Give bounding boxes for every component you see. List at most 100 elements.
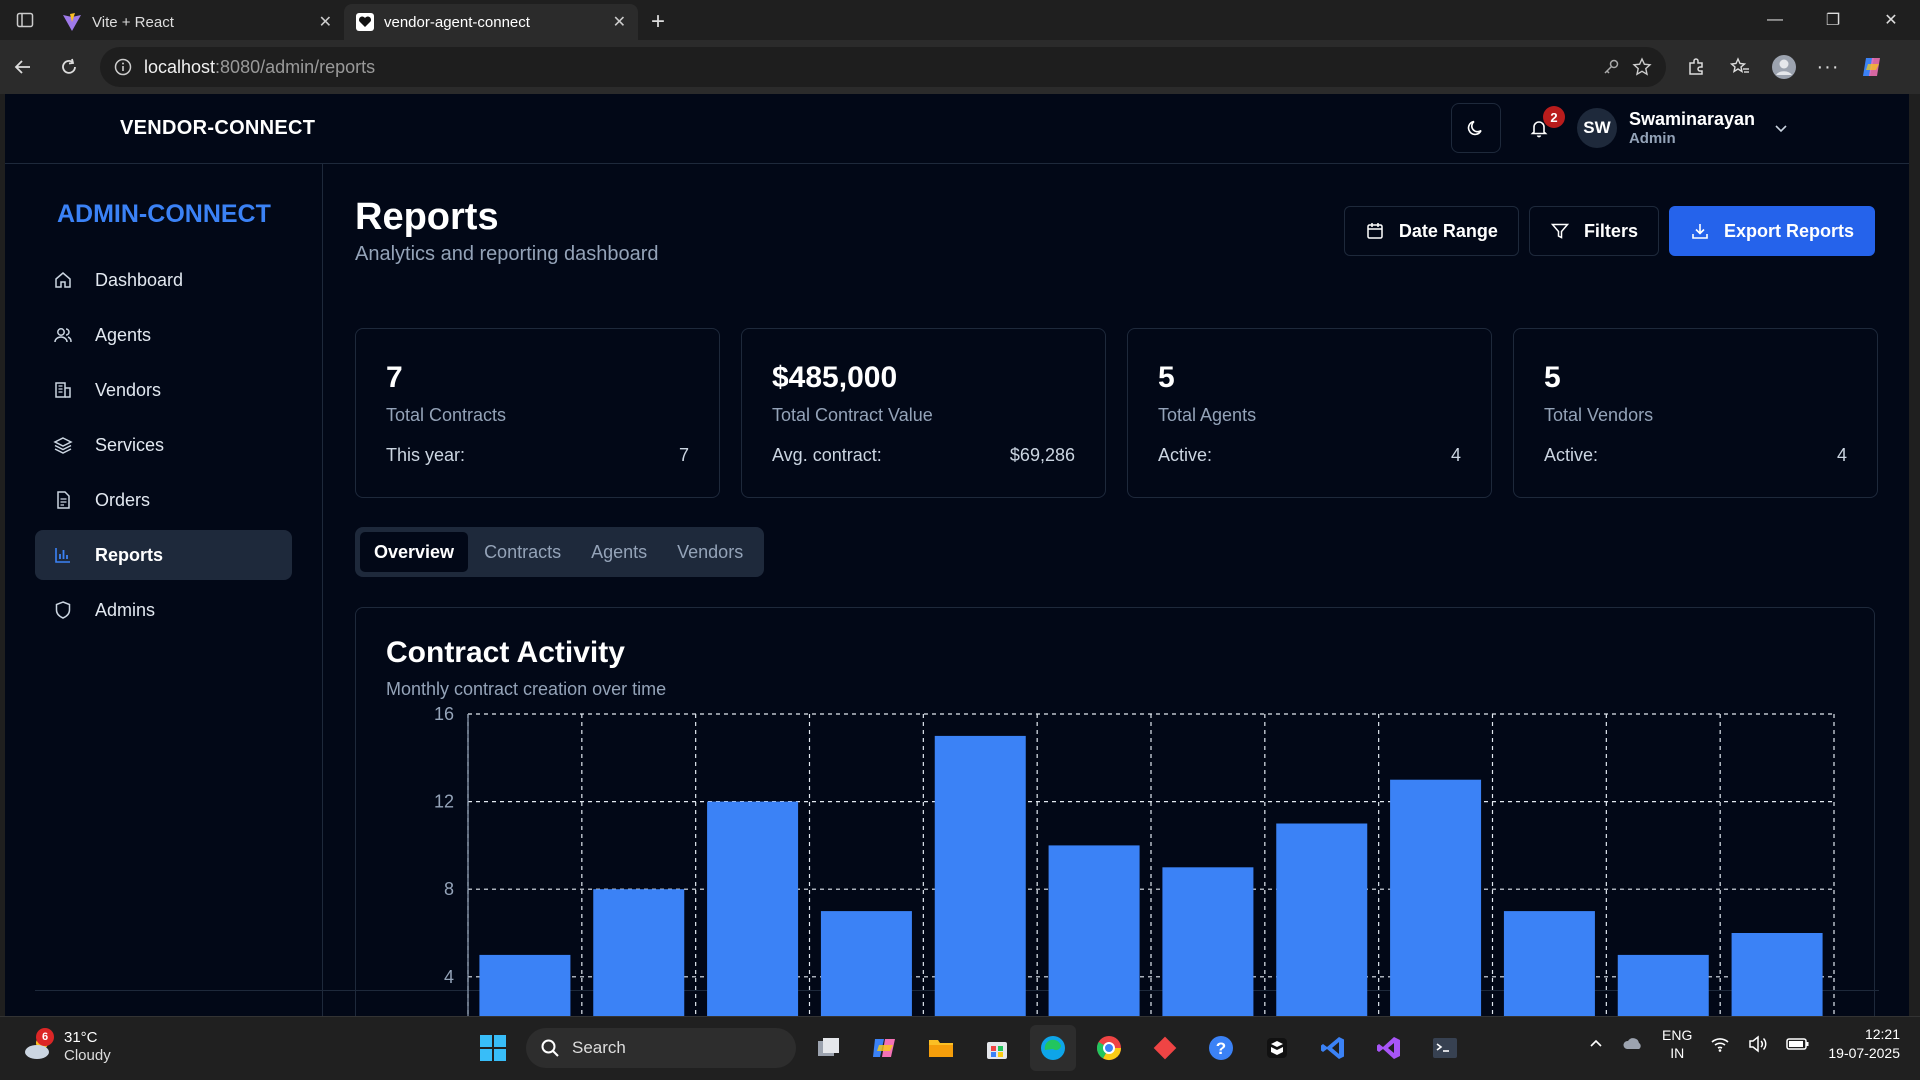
- clock[interactable]: 12:21 19-07-2025: [1828, 1025, 1900, 1063]
- visual-studio-icon[interactable]: [1366, 1025, 1412, 1071]
- chart-bar: [934, 735, 1026, 1016]
- stat-card-total-contract-value: $485,000 Total Contract Value Avg. contr…: [741, 328, 1106, 498]
- windows-start-icon[interactable]: [470, 1025, 516, 1071]
- edge-icon[interactable]: [1030, 1025, 1076, 1071]
- key-icon[interactable]: [1602, 58, 1620, 76]
- chart-bar: [1162, 867, 1254, 1016]
- sidebar-item-label: Dashboard: [95, 269, 184, 290]
- notification-badge: 2: [1542, 106, 1565, 128]
- weather-widget[interactable]: 6 31°C Cloudy: [22, 1027, 111, 1064]
- store-icon[interactable]: [974, 1025, 1020, 1071]
- sidebar-nav: Dashboard Agents Vendors Services Orders…: [35, 255, 292, 635]
- terminal-icon[interactable]: [1422, 1025, 1468, 1071]
- chart-bar: [1276, 823, 1368, 1016]
- more-icon[interactable]: ···: [1808, 47, 1848, 87]
- contract-activity-chart: 4 8 12 16: [434, 704, 1835, 1016]
- sidebar-item-services[interactable]: Services: [35, 420, 292, 470]
- sidebar-item-orders[interactable]: Orders: [35, 475, 292, 525]
- weather-temperature: 31°C: [64, 1029, 98, 1046]
- close-tab-icon[interactable]: ✕: [613, 12, 626, 32]
- stat-card-total-agents: 5 Total Agents Active: 4: [1127, 328, 1492, 498]
- info-icon[interactable]: [114, 58, 132, 76]
- browser-tab-active[interactable]: vendor-agent-connect ✕: [344, 4, 638, 40]
- chart-bar: [707, 801, 799, 1016]
- help-icon[interactable]: ?: [1198, 1025, 1244, 1071]
- weather-condition: Cloudy: [64, 1047, 111, 1064]
- y-tick-label: 12: [434, 792, 454, 812]
- task-view-icon[interactable]: [806, 1025, 852, 1071]
- restore-icon[interactable]: ❐: [1804, 0, 1862, 40]
- onedrive-icon[interactable]: [1622, 1035, 1644, 1053]
- close-tab-icon[interactable]: ✕: [319, 12, 332, 32]
- filters-label: Filters: [1583, 220, 1638, 241]
- tab-overview[interactable]: Overview: [360, 532, 469, 572]
- reload-icon[interactable]: [46, 47, 92, 87]
- page-subtitle: Analytics and reporting dashboard: [355, 243, 659, 265]
- notifications-button[interactable]: 2: [1519, 106, 1565, 148]
- sidebar-item-label: Reports: [95, 544, 164, 565]
- copilot-icon[interactable]: [1852, 47, 1892, 87]
- user-menu[interactable]: SW Swaminarayan Admin: [1576, 108, 1789, 148]
- new-tab-button[interactable]: +: [638, 4, 678, 40]
- stats-row: 7 Total Contracts This year: 7 $485,000 T…: [355, 328, 1878, 498]
- tab-title: vendor-agent-connect: [384, 13, 530, 31]
- back-icon[interactable]: [0, 47, 46, 87]
- theme-toggle-button[interactable]: [1450, 103, 1501, 153]
- tab-vendors[interactable]: Vendors: [663, 532, 757, 572]
- chevron-up-icon[interactable]: [1588, 1036, 1604, 1052]
- taskbar-search[interactable]: Search: [526, 1028, 796, 1068]
- chart-bar: [1390, 779, 1482, 1016]
- sidebar-brand[interactable]: ADMIN-CONNECT: [57, 200, 292, 229]
- stat-value: 5: [1544, 361, 1561, 394]
- sidebar-item-admins[interactable]: Admins: [35, 585, 292, 635]
- browser-tab[interactable]: Vite + React ✕: [50, 4, 344, 40]
- file-explorer-icon[interactable]: [918, 1025, 964, 1071]
- close-window-icon[interactable]: ✕: [1862, 0, 1920, 40]
- stat-label: Total Agents: [1158, 405, 1257, 425]
- extensions-icon[interactable]: [1676, 47, 1716, 87]
- stat-sub-label: Avg. contract:: [772, 445, 882, 465]
- heart-icon: [356, 13, 374, 31]
- favorites-icon[interactable]: [1720, 47, 1760, 87]
- chart-bar: [1048, 845, 1140, 1016]
- clock-date: 19-07-2025: [1828, 1045, 1900, 1061]
- copilot-app-icon[interactable]: [862, 1025, 908, 1071]
- tab-actions-icon[interactable]: [0, 0, 50, 40]
- tab-contracts[interactable]: Contracts: [470, 532, 575, 572]
- sidebar: ADMIN-CONNECT Dashboard Agents Vendors S…: [5, 164, 323, 1016]
- bar-chart-icon: [55, 548, 70, 563]
- chart-bar: [1503, 911, 1595, 1016]
- sidebar-item-agents[interactable]: Agents: [35, 310, 292, 360]
- tab-agents[interactable]: Agents: [577, 532, 661, 572]
- sidebar-item-dashboard[interactable]: Dashboard: [35, 255, 292, 305]
- sidebar-item-reports[interactable]: Reports: [35, 530, 292, 580]
- chart-bar: [479, 954, 571, 1016]
- browser-extensions: ···: [1676, 47, 1892, 87]
- profile-icon[interactable]: [1764, 47, 1804, 87]
- export-reports-button[interactable]: Export Reports: [1668, 206, 1875, 256]
- vscode-icon[interactable]: [1310, 1025, 1356, 1071]
- star-icon[interactable]: [1632, 57, 1652, 77]
- filters-button[interactable]: Filters: [1528, 206, 1659, 256]
- chart-bar: [1617, 954, 1709, 1016]
- app-viewport: VENDOR-CONNECT 2 SW Swaminarayan Admin A…: [5, 94, 1909, 1016]
- stat-sub-value: $69,286: [1009, 445, 1075, 465]
- date-range-button[interactable]: Date Range: [1343, 206, 1519, 256]
- stat-sub-label: This year:: [386, 445, 466, 465]
- minimize-icon[interactable]: —: [1746, 0, 1804, 40]
- wifi-icon[interactable]: [1710, 1035, 1730, 1053]
- volume-icon[interactable]: [1748, 1035, 1768, 1053]
- taskbar-apps: Search ?: [470, 1025, 1468, 1071]
- header-brand[interactable]: VENDOR-CONNECT: [120, 117, 315, 140]
- chrome-icon[interactable]: [1086, 1025, 1132, 1071]
- battery-icon[interactable]: [1786, 1036, 1810, 1052]
- language-indicator[interactable]: ENG IN: [1662, 1026, 1692, 1062]
- url-bar[interactable]: localhost:8080/admin/reports: [100, 47, 1666, 87]
- sidebar-item-label: Services: [95, 434, 165, 455]
- search-icon: [541, 1039, 559, 1057]
- sidebar-item-vendors[interactable]: Vendors: [35, 365, 292, 415]
- git-icon[interactable]: [1142, 1025, 1188, 1071]
- user-name: Swaminarayan: [1628, 109, 1755, 129]
- svg-text:?: ?: [1216, 1039, 1226, 1058]
- terminal-app-icon[interactable]: [1254, 1025, 1300, 1071]
